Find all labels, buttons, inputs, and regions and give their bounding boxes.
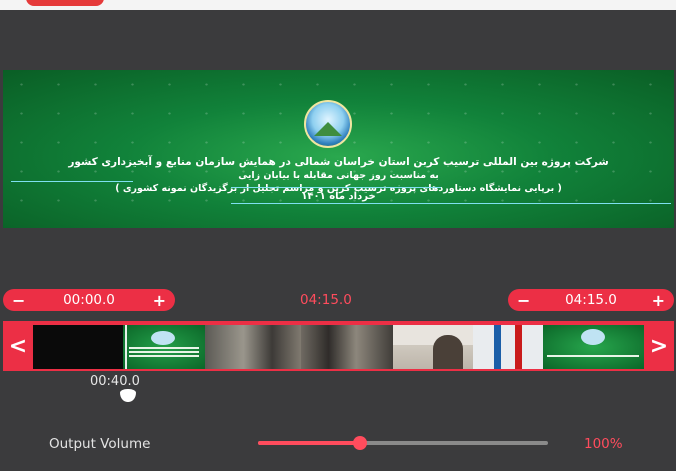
video-date: خرداد ماه ۱۴۰۱ bbox=[301, 191, 376, 202]
output-volume-value: 100% bbox=[584, 436, 623, 452]
video-caption-line-1: شرکت پروژه بین المللی ترسیب کربن استان خ… bbox=[68, 156, 609, 168]
timeline-prev-handle[interactable]: < bbox=[3, 321, 33, 371]
timeline-frame bbox=[473, 325, 543, 369]
playhead-handle[interactable] bbox=[120, 389, 136, 402]
playhead-line bbox=[125, 325, 127, 369]
trim-duration: 04:15.0 bbox=[300, 292, 352, 308]
end-time-increase-button[interactable]: + bbox=[652, 291, 665, 310]
preview-background-dots bbox=[3, 70, 674, 228]
caption-divider-left bbox=[11, 181, 133, 182]
output-volume-label: Output Volume bbox=[49, 436, 151, 452]
date-box-bottom bbox=[231, 203, 671, 204]
timeline-next-handle[interactable]: > bbox=[644, 321, 674, 371]
date-box-top bbox=[231, 187, 441, 188]
end-time-control: − 04:15.0 + bbox=[508, 289, 674, 311]
start-time-increase-button[interactable]: + bbox=[153, 291, 166, 310]
timeline-frame bbox=[393, 325, 473, 369]
timeline-frame bbox=[123, 325, 205, 369]
timeline-frame bbox=[301, 325, 393, 369]
playhead-time: 00:40.0 bbox=[90, 374, 140, 389]
end-time-decrease-button[interactable]: − bbox=[517, 291, 530, 310]
start-time-control: − 00:00.0 + bbox=[3, 289, 175, 311]
volume-slider-fill bbox=[258, 441, 360, 445]
timeline-frame bbox=[205, 325, 301, 369]
start-time-value: 00:00.0 bbox=[63, 292, 115, 308]
video-caption-line-2: به مناسبت روز جهانی مقابله با بیابان زای… bbox=[238, 170, 439, 181]
top-action-button[interactable] bbox=[26, 0, 104, 6]
video-preview[interactable]: شرکت پروژه بین المللی ترسیب کربن استان خ… bbox=[3, 70, 674, 228]
logo-icon bbox=[304, 100, 352, 148]
start-time-decrease-button[interactable]: − bbox=[12, 291, 25, 310]
timeline-frame bbox=[543, 325, 644, 369]
output-volume-slider[interactable] bbox=[258, 436, 548, 450]
timeline-frame bbox=[33, 325, 123, 369]
volume-slider-thumb[interactable] bbox=[352, 436, 367, 450]
end-time-value: 04:15.0 bbox=[565, 292, 617, 308]
